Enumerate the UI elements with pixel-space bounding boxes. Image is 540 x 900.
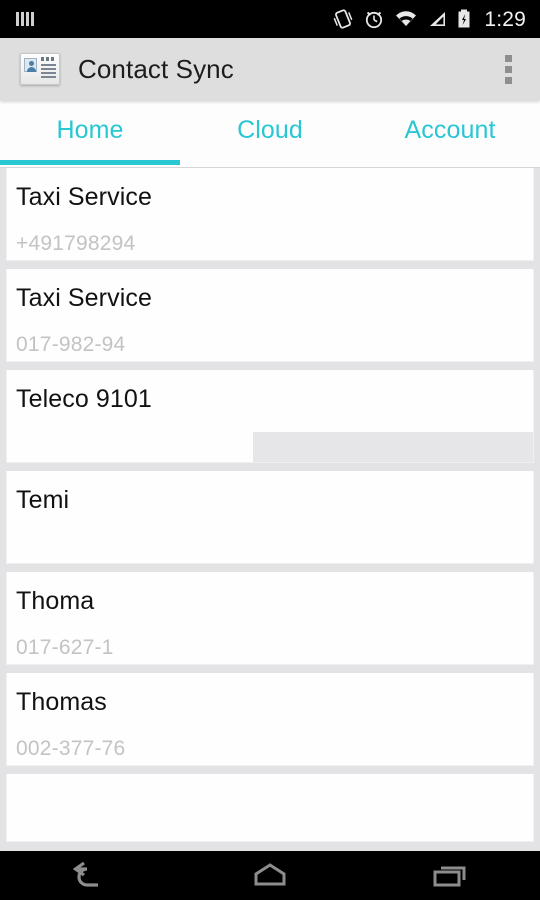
tab-home-label: Home — [56, 116, 124, 144]
vibrate-icon — [333, 9, 353, 29]
page-title: Contact Sync — [78, 54, 234, 84]
home-icon — [254, 862, 286, 885]
status-bar-right: 1:29 — [332, 8, 540, 30]
list-item[interactable]: Thoma 017-627-1 — [6, 572, 534, 665]
wifi-icon — [396, 11, 417, 26]
tab-cloud-label: Cloud — [237, 116, 303, 144]
tab-cloud[interactable]: Cloud — [180, 100, 360, 168]
app-bar: Contact Sync — [0, 38, 540, 100]
list-item[interactable] — [6, 774, 534, 842]
contact-card-dots — [41, 57, 54, 61]
tab-active-indicator — [0, 160, 180, 165]
home-button[interactable] — [180, 851, 360, 900]
contact-name: Thomas — [16, 688, 107, 716]
back-button[interactable] — [0, 851, 180, 900]
contact-name: Teleco 9101 — [16, 385, 152, 413]
battery-charging-icon — [458, 9, 470, 28]
recent-apps-icon — [433, 866, 466, 886]
overflow-menu-icon[interactable] — [497, 49, 520, 90]
list-item[interactable]: Taxi Service +491798294 — [6, 168, 534, 261]
cellular-signal-icon — [430, 12, 446, 26]
tab-account[interactable]: Account — [360, 100, 540, 168]
contact-phone: 002-377-76 — [16, 737, 126, 760]
contact-card-avatar — [24, 58, 37, 72]
status-bar-left — [0, 8, 36, 30]
recents-button[interactable] — [360, 851, 540, 900]
contact-phone: 017-982-94 — [16, 333, 126, 356]
status-bar-clock: 1:29 — [484, 7, 526, 31]
contact-phone: 017-627-1 — [16, 637, 114, 658]
back-arrow-icon — [72, 861, 98, 887]
android-screen: 1:29 Contact Sync Home Cloud Account Tax… — [0, 0, 540, 900]
list-item[interactable]: Taxi Service 017-982-94 — [6, 269, 534, 362]
tab-account-label: Account — [404, 116, 496, 144]
navigation-bar — [0, 851, 540, 900]
tab-home[interactable]: Home — [0, 100, 180, 168]
contact-list[interactable]: Taxi Service +491798294 Taxi Service 017… — [0, 168, 540, 851]
status-bar: 1:29 — [0, 0, 540, 38]
list-item[interactable]: Temi — [6, 471, 534, 564]
contact-name: Taxi Service — [16, 183, 152, 211]
contact-name: Thoma — [16, 587, 95, 615]
contact-name: Temi — [16, 486, 70, 514]
signal-bars-icon — [16, 12, 34, 26]
contact-phone: +491798294 — [16, 232, 136, 255]
tab-bar: Home Cloud Account — [0, 100, 540, 168]
contact-card-icon — [20, 53, 60, 85]
alarm-clock-icon — [366, 11, 383, 29]
list-item[interactable]: Thomas 002-377-76 — [6, 673, 534, 766]
contact-name: Taxi Service — [16, 284, 152, 312]
contact-card-lines — [41, 64, 56, 80]
list-item[interactable]: Teleco 9101 — [6, 370, 534, 463]
